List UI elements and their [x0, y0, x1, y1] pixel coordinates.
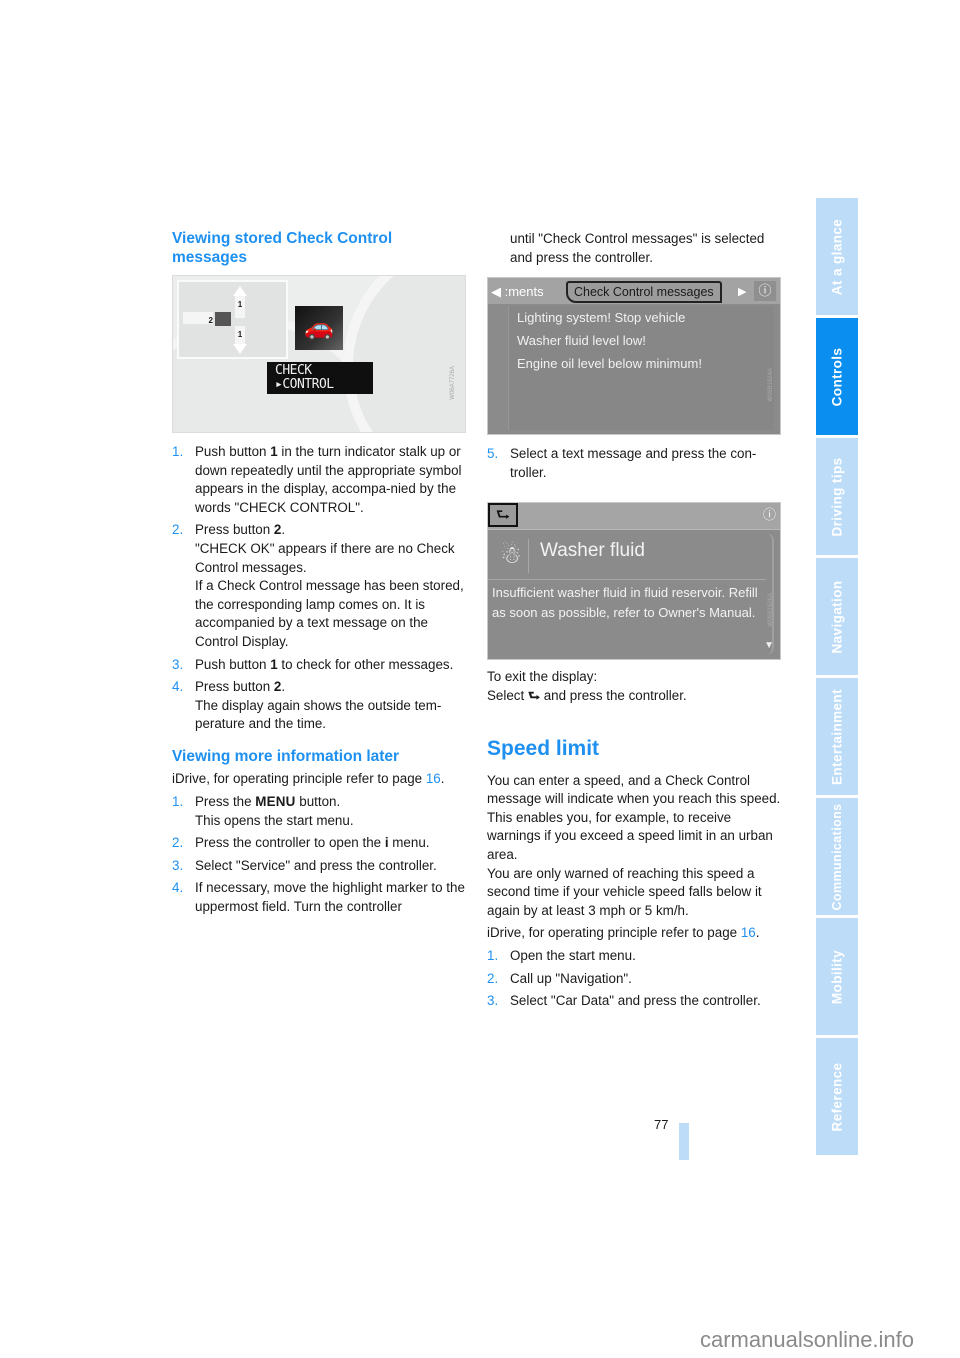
steps-list-1: 1. Push button 1 in the turn indicator s…	[172, 443, 467, 734]
message-item: Washer fluid level low!	[517, 333, 646, 349]
tachometer-dial	[343, 276, 465, 432]
right-column: until "Check Control messages" is select…	[487, 230, 782, 1015]
watermark: carmanualsonline.info	[700, 1327, 915, 1352]
idrive-reference: iDrive, for operating principle refer to…	[172, 771, 445, 787]
list-item: 1. Open the start menu.	[487, 947, 636, 963]
section-heading-more-info: Viewing more information later	[172, 747, 400, 765]
list-item: 2. Press the controller to open the i me…	[172, 834, 467, 853]
tab-entertainment[interactable]: Entertainment	[816, 678, 858, 795]
info-icon: ⓘ	[754, 281, 776, 302]
image-code: W06B1624A	[768, 368, 775, 402]
arrow-up-icon	[233, 286, 247, 296]
tab-reference[interactable]: Reference	[816, 1038, 858, 1155]
message-body: Insufficient washer fluid in fluid reser…	[492, 585, 758, 620]
cluster-lcd-display: CHECK ▸CONTROL	[267, 362, 373, 394]
page-link[interactable]: 16	[741, 925, 756, 940]
steps-list-2: 1. Press the MENU button. This opens the…	[172, 793, 467, 917]
check-control-messages-screen: ◀ :ments Check Control messages ▶ ⓘ Ligh…	[487, 277, 781, 436]
idrive-reference: iDrive, for operating principle refer to…	[487, 925, 760, 941]
tab-driving-tips[interactable]: Driving tips	[816, 438, 858, 555]
stalk-label-2: 2	[183, 312, 213, 325]
lcd-line-2: ▸CONTROL	[275, 377, 334, 392]
message-item: Lighting system! Stop vehicle	[517, 310, 686, 326]
tab-previous: ◀ :ments	[491, 284, 544, 300]
back-arrow-icon: ⮑	[527, 687, 540, 703]
message-title: Washer fluid	[540, 540, 645, 562]
screen-top-bar: ⮑ ⓘ	[488, 503, 780, 531]
page-marker-bar	[679, 1123, 689, 1160]
stalk-label-1-top: 1	[235, 296, 245, 318]
continuation-text: until "Check Control messages" is select…	[510, 231, 765, 265]
turn-stalk-inset: 1 2 1	[177, 280, 288, 359]
arrow-down-icon	[233, 344, 247, 354]
lcd-line-1: CHECK	[275, 363, 312, 378]
steps-list-4: 1. Open the start menu. 2. Call up "Naviga…	[487, 947, 782, 1011]
arrow-right-icon: ▶	[738, 286, 747, 299]
exit-instruction-heading: To exit the display:	[487, 669, 598, 685]
speed-limit-paragraph-2: You are only warned of reaching this spe…	[487, 865, 762, 918]
washer-fluid-detail-screen: ⮑ ⓘ ☃ Washer fluid Insufficient washer f…	[487, 502, 781, 661]
message-title-row: ☃ Washer fluid	[488, 533, 766, 581]
tab-navigation[interactable]: Navigation	[816, 558, 858, 675]
list-item: 5. Select a text message and press the c…	[487, 446, 757, 480]
list-item: 1. Push button 1 in the turn indicator s…	[172, 444, 462, 515]
list-item: 2. Call up "Navigation".	[487, 970, 632, 986]
washer-fluid-icon: ☃	[494, 539, 529, 574]
tab-at-a-glance[interactable]: At a glance	[816, 198, 858, 315]
car-icon: 🚗	[295, 306, 343, 350]
tab-communications[interactable]: Communications	[816, 798, 858, 915]
image-code: W06B1626A	[768, 593, 775, 628]
list-item: 4. Press button 2. The display again sho…	[172, 679, 442, 732]
tab-mobility[interactable]: Mobility	[816, 918, 858, 1035]
list-item: 3. Push button 1 to check for other mess…	[172, 656, 454, 672]
steps-list-3: 5. Select a text message and press the c…	[487, 445, 782, 482]
list-item: 1. Press the MENU button. This opens the…	[172, 794, 354, 828]
list-item: 3. Select "Service" and press the contro…	[172, 857, 437, 873]
page-number: 77	[654, 1117, 669, 1132]
list-item: 4. If necessary, move the highlight mark…	[172, 880, 465, 914]
left-column: Viewing stored Check Control messages 1 …	[172, 230, 467, 921]
info-icon: ⓘ	[762, 507, 776, 523]
list-item: 2. Press button 2. "CHECK OK" appears if…	[172, 522, 464, 649]
instrument-cluster-figure: 1 2 1 🚗 CHECK ▸CONTROL W06A7726A	[172, 275, 466, 433]
chapter-tabs: At a glance Controls Driving tips Naviga…	[816, 198, 858, 1158]
stalk-button	[215, 312, 231, 326]
scroll-down-icon: ▼	[764, 639, 774, 651]
section-heading-stored-messages: Viewing stored Check Control messages	[172, 230, 393, 266]
exit-instruction: Select ⮑ and press the controller.	[487, 687, 782, 706]
tab-controls[interactable]: Controls	[816, 318, 858, 435]
back-arrow-icon: ⮑	[488, 503, 518, 528]
page-link[interactable]: 16	[426, 771, 441, 786]
section-title-speed-limit: Speed limit	[487, 736, 600, 760]
message-item: Engine oil level below minimum!	[517, 356, 702, 372]
message-list: Lighting system! Stop vehicle Washer flu…	[508, 306, 774, 431]
screen-tab-bar: ◀ :ments Check Control messages ▶ ⓘ	[488, 278, 780, 305]
speed-limit-paragraph-1: You can enter a speed, and a Check Contr…	[487, 772, 781, 862]
list-item: 3. Select "Car Data" and press the contro…	[487, 993, 761, 1009]
tab-check-control-messages: Check Control messages	[566, 281, 722, 304]
menu-button-icon: MENU	[255, 794, 296, 809]
stalk-label-1-bottom: 1	[235, 326, 245, 344]
image-code: W06A7726A	[450, 366, 457, 400]
